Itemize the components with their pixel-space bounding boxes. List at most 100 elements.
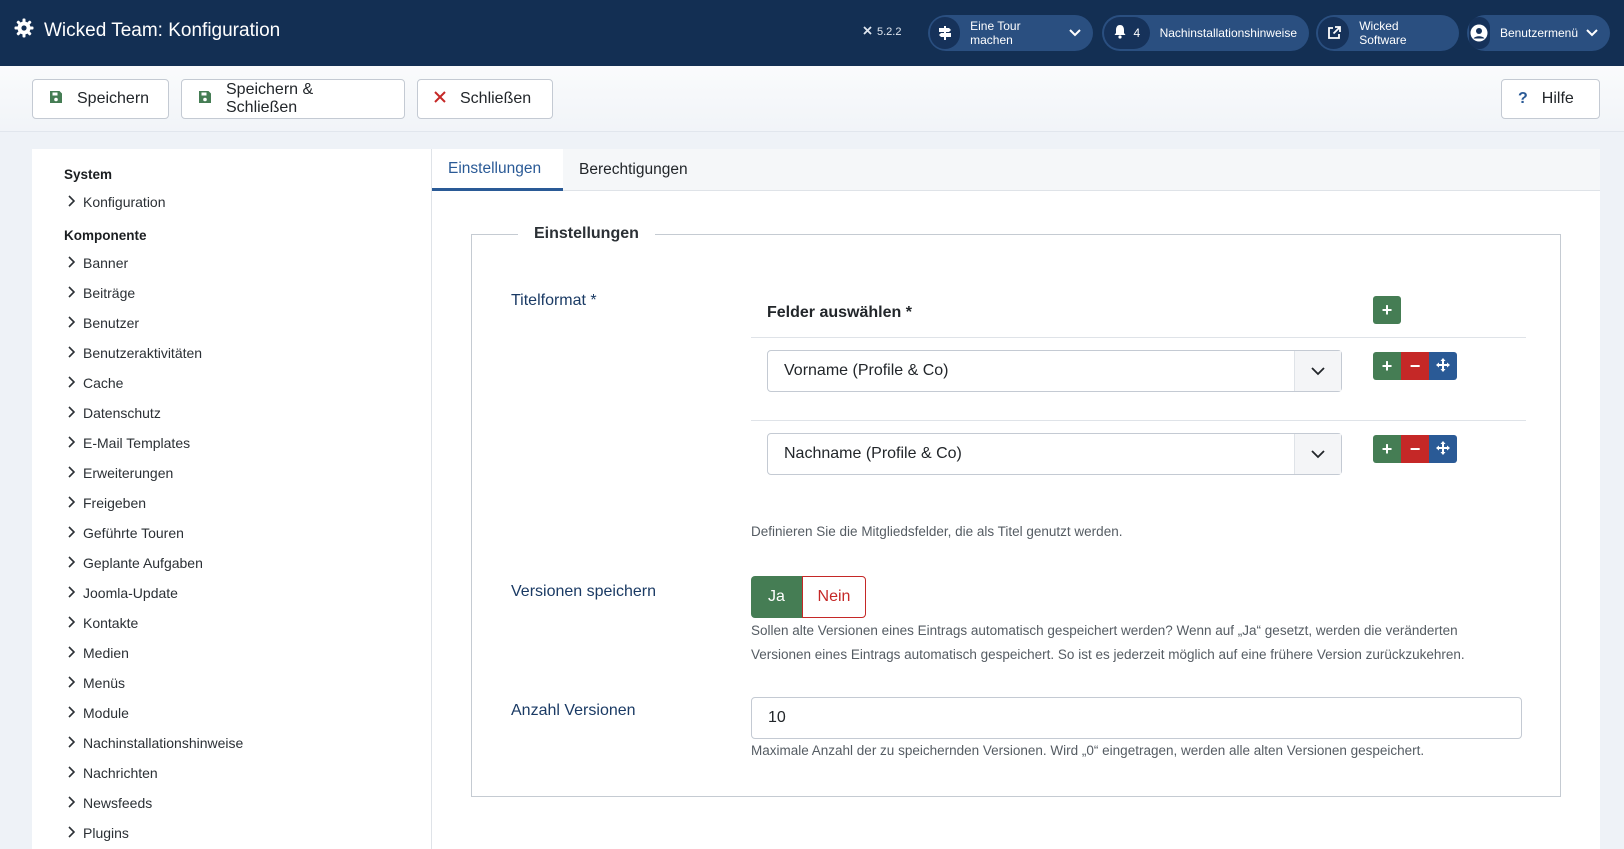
site-link-button[interactable]: Wicked Software	[1316, 15, 1459, 51]
save-button[interactable]: Speichern	[32, 79, 169, 119]
count-input[interactable]	[751, 697, 1522, 739]
bell-icon	[1113, 24, 1127, 42]
add-field-button[interactable]: +	[1373, 296, 1401, 324]
sidebar-item-gefuehrte-touren[interactable]: Geführte Touren	[68, 522, 184, 544]
sidebar-item-beitraege[interactable]: Beiträge	[68, 282, 135, 304]
plus-icon: +	[1381, 299, 1393, 320]
versions-hint-line: Versionen eines Eintrags automatisch ges…	[751, 647, 1465, 662]
notifications-count: 4	[1133, 26, 1141, 40]
chevron-right-icon	[68, 645, 76, 661]
chevron-right-icon	[68, 194, 76, 210]
chevron-right-icon	[68, 495, 76, 511]
user-menu-button[interactable]: Benutzermenü	[1467, 15, 1610, 51]
chevron-right-icon	[68, 585, 76, 601]
sidebar-item-erweiterungen[interactable]: Erweiterungen	[68, 462, 173, 484]
tab-bar: Einstellungen Berechtigungen	[432, 149, 1600, 191]
plus-icon: +	[1381, 438, 1393, 459]
chevron-right-icon	[68, 705, 76, 721]
sidebar-item-freigeben[interactable]: Freigeben	[68, 492, 146, 514]
sidebar-item-cache[interactable]: Cache	[68, 372, 123, 394]
signpost-icon	[930, 17, 961, 49]
save-label: Speichern	[77, 90, 150, 107]
add-row-button[interactable]: +	[1373, 352, 1401, 380]
sidebar-item-email-templates[interactable]: E-Mail Templates	[68, 432, 190, 454]
select-value: Nachname (Profile & Co)	[784, 445, 962, 462]
sidebar-item-konfiguration[interactable]: Konfiguration	[68, 191, 166, 213]
fields-header: Felder auswählen *	[767, 304, 912, 321]
sidebar-item-joomla-update[interactable]: Joomla-Update	[68, 582, 178, 604]
notifications-button[interactable]: 4 Nachinstallationshinweise	[1102, 15, 1309, 51]
move-row-handle[interactable]	[1429, 435, 1457, 463]
version-info: 5.2.2	[862, 25, 901, 39]
add-row-button[interactable]: +	[1373, 435, 1401, 463]
component-sidebar: System Konfiguration Komponente Banner B…	[32, 149, 432, 849]
remove-row-button[interactable]: −	[1401, 435, 1429, 463]
sidebar-item-kontakte[interactable]: Kontakte	[68, 612, 138, 634]
sidebar-heading-komponente: Komponente	[64, 228, 147, 243]
sidebar-item-plugins[interactable]: Plugins	[68, 822, 129, 844]
tour-button[interactable]: Eine Tour machen	[928, 15, 1093, 51]
sidebar-item-label: Plugins	[83, 825, 129, 841]
user-menu-label: Benutzermenü	[1499, 26, 1578, 40]
sidebar-heading-system: System	[64, 167, 113, 182]
sidebar-item-label: Freigeben	[83, 495, 147, 511]
sidebar-item-label: Menüs	[83, 675, 126, 691]
chevron-right-icon	[68, 285, 76, 301]
close-icon	[434, 90, 446, 108]
chevron-right-icon	[68, 795, 76, 811]
versions-yes-option[interactable]: Ja	[751, 576, 802, 618]
sidebar-item-module[interactable]: Module	[68, 702, 129, 724]
sidebar-item-benutzeraktivitaeten[interactable]: Benutzeraktivitäten	[68, 342, 202, 364]
sidebar-item-newsfeeds[interactable]: Newsfeeds	[68, 792, 152, 814]
count-hint: Maximale Anzahl der zu speichernden Vers…	[751, 743, 1425, 758]
chevron-right-icon	[68, 345, 76, 361]
sidebar-item-benutzer[interactable]: Benutzer	[68, 312, 139, 334]
sidebar-item-label: Benutzeraktivitäten	[83, 345, 203, 361]
select-value: Vorname (Profile & Co)	[784, 362, 949, 379]
versions-label: Versionen speichern	[511, 583, 656, 600]
sidebar-item-label: Joomla-Update	[83, 585, 178, 601]
main-panel: Einstellungen Berechtigungen Einstellung…	[432, 149, 1600, 849]
chevron-right-icon	[68, 315, 76, 331]
site-label: Wicked Software	[1359, 19, 1407, 47]
field-select-vorname[interactable]: Vorname (Profile & Co)	[767, 350, 1342, 392]
close-label: Schließen	[460, 90, 532, 107]
chevron-right-icon	[68, 435, 76, 451]
move-row-handle[interactable]	[1429, 352, 1457, 380]
titelformat-hint: Definieren Sie die Mitgliedsfelder, die …	[751, 524, 1123, 539]
versions-no-option[interactable]: Nein	[802, 576, 866, 618]
sidebar-item-label: Beiträge	[83, 285, 136, 301]
save-close-label: Speichern & Schließen	[226, 81, 314, 116]
sidebar-item-nachrichten[interactable]: Nachrichten	[68, 762, 158, 784]
chevron-right-icon	[68, 555, 76, 571]
notifications-badge: 4	[1104, 17, 1150, 49]
sidebar-item-geplante-aufgaben[interactable]: Geplante Aufgaben	[68, 552, 203, 574]
sidebar-item-label: Module	[83, 705, 129, 721]
chevron-right-icon	[68, 735, 76, 751]
titelformat-label: Titelformat *	[511, 292, 597, 309]
sidebar-item-label: Benutzer	[83, 315, 140, 331]
chevron-right-icon	[68, 765, 76, 781]
tour-label: Eine Tour machen	[970, 19, 1021, 47]
help-button[interactable]: ? Hilfe	[1501, 79, 1600, 119]
close-button[interactable]: Schließen	[417, 79, 553, 119]
remove-row-button[interactable]: −	[1401, 352, 1429, 380]
sidebar-item-menues[interactable]: Menüs	[68, 672, 125, 694]
field-select-nachname[interactable]: Nachname (Profile & Co)	[767, 433, 1342, 475]
chevron-down-icon	[1586, 26, 1598, 40]
sidebar-item-label: Kontakte	[83, 615, 139, 631]
divider	[751, 420, 1526, 421]
save-close-button[interactable]: Speichern & Schließen	[181, 79, 405, 119]
sidebar-item-datenschutz[interactable]: Datenschutz	[68, 402, 161, 424]
tab-einstellungen[interactable]: Einstellungen	[432, 149, 563, 191]
chevron-right-icon	[68, 825, 76, 841]
sidebar-item-banner[interactable]: Banner	[68, 252, 128, 274]
external-link-icon	[1318, 17, 1350, 49]
chevron-right-icon	[68, 375, 76, 391]
sidebar-item-label: Cache	[83, 375, 124, 391]
sidebar-item-nachinstallationshinweise[interactable]: Nachinstallationshinweise	[68, 732, 243, 754]
app-header: Wicked Team: Konfiguration 5.2.2 Eine To…	[0, 0, 1624, 66]
tab-berechtigungen[interactable]: Berechtigungen	[563, 149, 706, 191]
versions-hint-line: Sollen alte Versionen eines Eintrags aut…	[751, 623, 1458, 638]
sidebar-item-medien[interactable]: Medien	[68, 642, 129, 664]
